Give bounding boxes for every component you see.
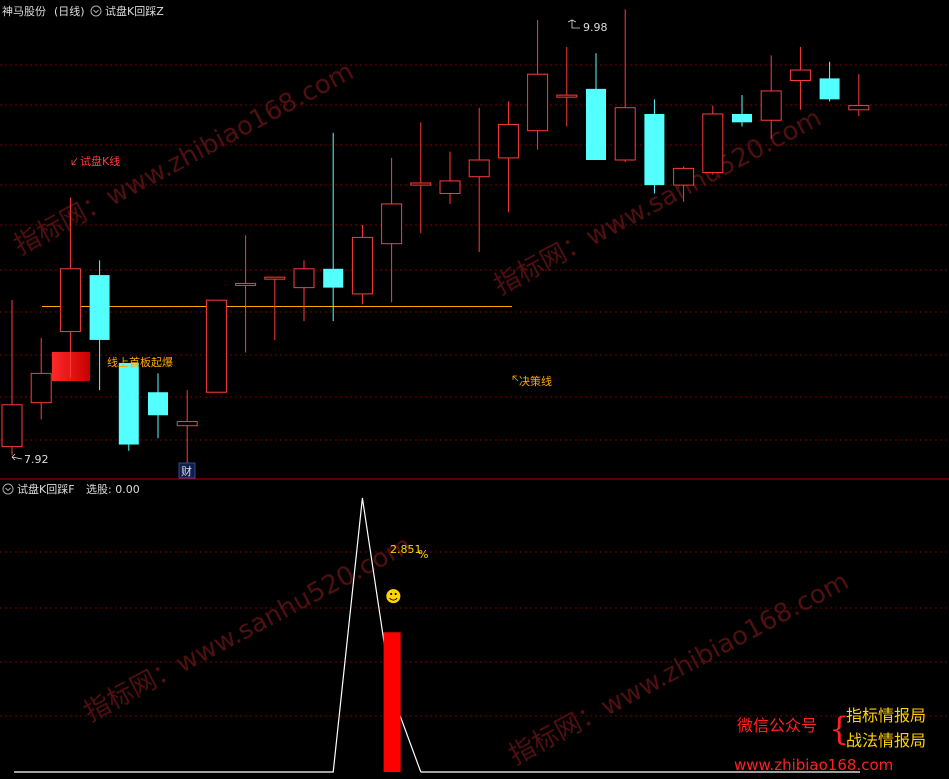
candle-body: [673, 167, 695, 186]
candle-body: [118, 362, 139, 445]
candle-body: [556, 94, 578, 98]
candle-body: [732, 113, 752, 123]
candle-body: [381, 203, 403, 245]
trial-k-label: 试盘K线: [80, 154, 120, 168]
candle-body: [205, 299, 227, 393]
sub-signal-bar: [383, 632, 401, 772]
candle-body: [586, 88, 606, 160]
candle-body: [264, 276, 286, 280]
candle-body: [468, 159, 490, 178]
candle-body: [1, 404, 23, 448]
wechat-label: 微信公众号: [737, 716, 817, 735]
candle-body: [439, 180, 461, 194]
indicator-name[interactable]: 试盘K回踩Z: [105, 4, 164, 18]
decision-line-label: 决策线: [519, 374, 552, 388]
percent-sign: %: [418, 548, 428, 561]
candle-body: [789, 69, 811, 81]
percent-label: 2.851: [390, 543, 422, 556]
first-board-highlight: [52, 352, 90, 381]
high-price-label: 9.98: [583, 21, 608, 34]
stock-name: 神马股份: [2, 4, 46, 18]
candle-body: [323, 268, 344, 288]
candle-body: [293, 268, 315, 289]
candle-body: [644, 113, 665, 186]
candle-body: [59, 268, 81, 333]
candle-body: [148, 392, 168, 416]
candle-body: [351, 236, 373, 295]
first-board-block: [52, 352, 90, 381]
brand-name-1: 指标情报局: [846, 706, 926, 725]
candle-body: [760, 90, 782, 121]
candle-body: [235, 282, 257, 286]
smiley-icon: ☻: [385, 587, 402, 606]
brand-name-2: 战法情报局: [846, 731, 926, 750]
select-value-label: 选股: 0.00: [86, 483, 140, 496]
low-price-label: 7.92: [24, 453, 49, 466]
first-board-label: 线上首板起爆: [107, 355, 173, 369]
candle-body: [497, 123, 519, 159]
period-label[interactable]: (日线): [54, 4, 85, 18]
candle-body: [527, 73, 549, 132]
sub-indicator-name[interactable]: 试盘K回踩F: [17, 482, 75, 496]
candle: [118, 362, 139, 451]
candle-body: [819, 78, 840, 100]
finance-tag: 财: [181, 464, 192, 478]
chart-canvas[interactable]: 指标网：www.zhibiao168.com 指标网：www.sanhu520.…: [0, 0, 949, 779]
candle-body: [89, 275, 110, 340]
candle-body: [702, 113, 724, 174]
candle-body: [176, 421, 198, 427]
candle-body: [410, 182, 432, 186]
candle-body: [848, 105, 870, 111]
brand-url: www.zhibiao168.com: [734, 756, 893, 774]
candle-body: [30, 372, 52, 404]
candle-body: [614, 107, 636, 161]
candle: [205, 299, 227, 393]
candle: [702, 105, 724, 175]
